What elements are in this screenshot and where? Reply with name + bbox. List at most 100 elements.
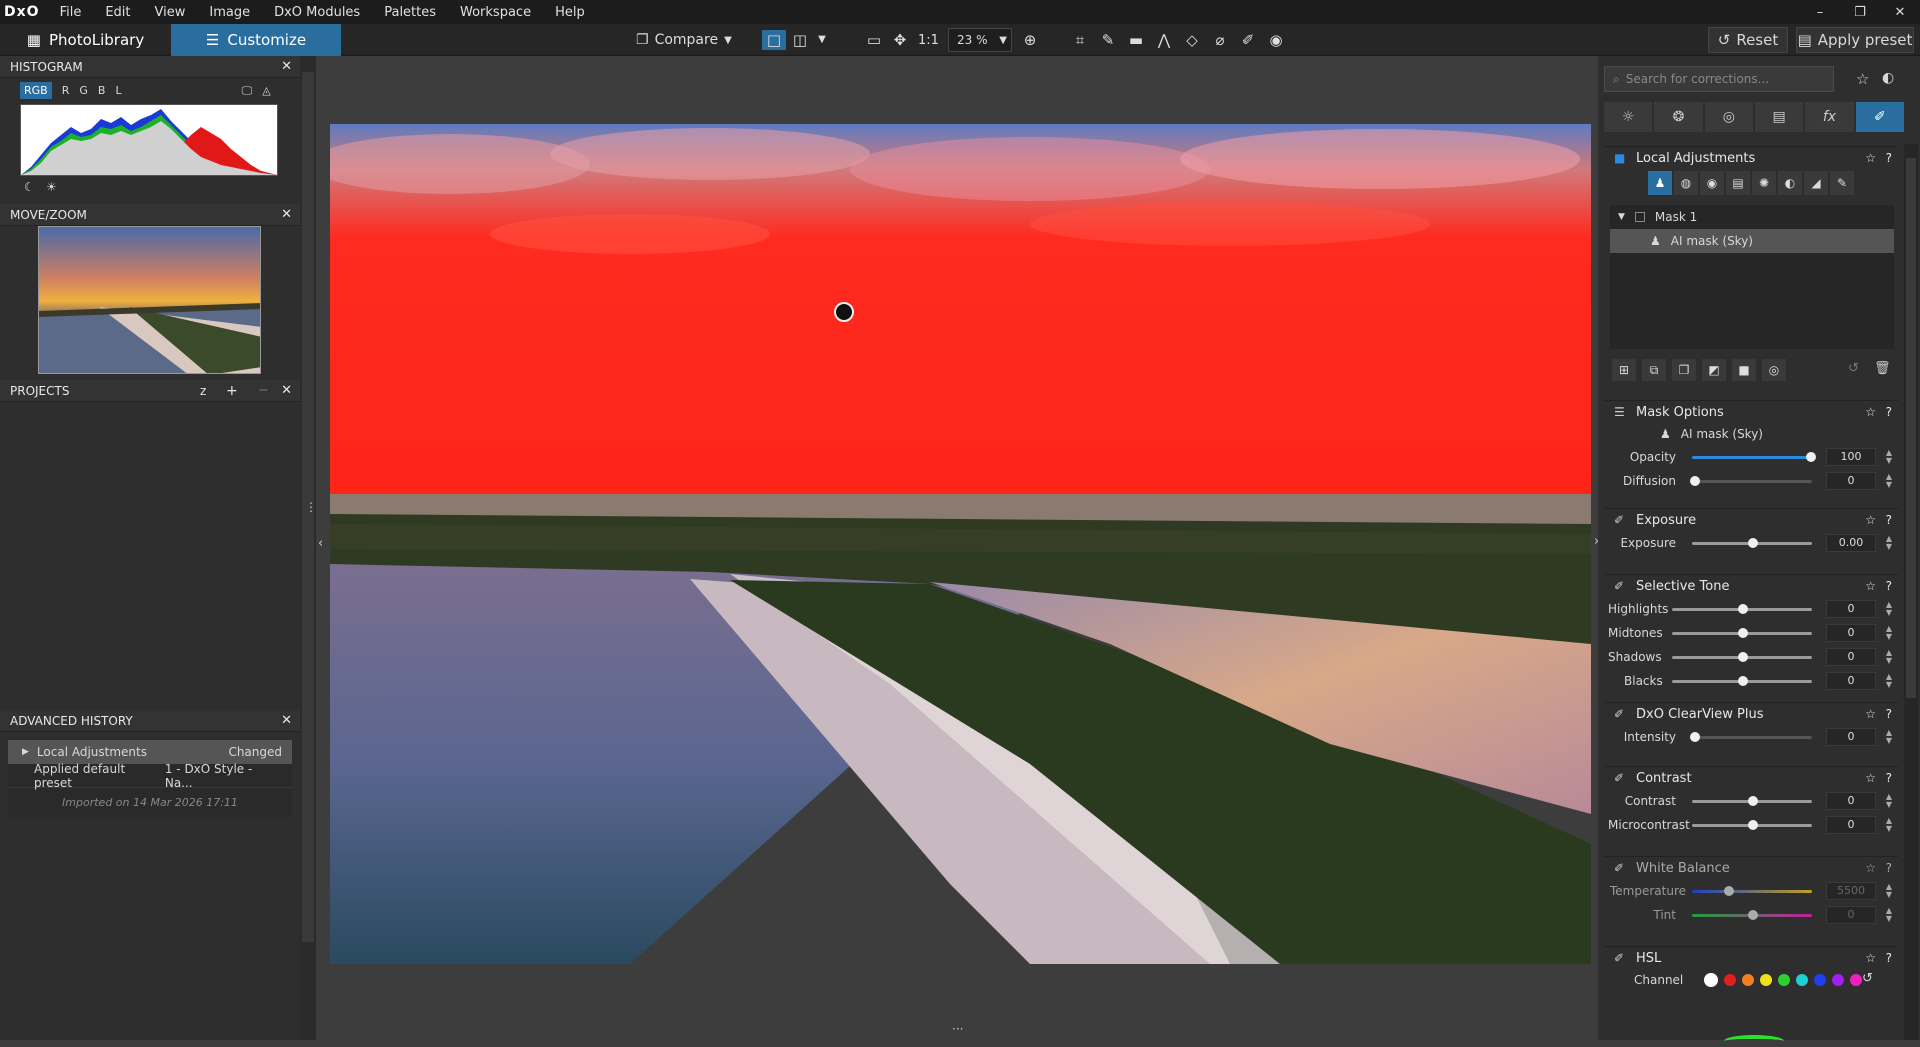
midtones-knob[interactable] <box>1738 627 1748 638</box>
checkbox-icon[interactable]: ■ <box>1614 151 1630 165</box>
local-adjustments-header[interactable]: ■ Local Adjustments ☆ ? <box>1604 147 1898 169</box>
mask-group-row[interactable]: ▼ Mask 1 <box>1610 205 1894 229</box>
view-mode-dropdown-icon[interactable]: ▼ <box>812 30 832 50</box>
star-icon[interactable]: ☆ <box>1865 951 1876 965</box>
microcontrast-knob[interactable] <box>1748 819 1758 830</box>
mask-pin-icon[interactable] <box>834 302 854 322</box>
movezoom-thumbnail[interactable] <box>38 226 261 374</box>
spinner-icon[interactable]: ▲ ▼ <box>1886 625 1892 641</box>
apply-preset-button[interactable]: ▤ Apply preset <box>1796 27 1914 53</box>
remove-project-icon[interactable]: − <box>258 383 269 398</box>
midtones-slider[interactable] <box>1672 627 1812 638</box>
toggle-icon[interactable]: ◐ <box>1882 70 1894 86</box>
new-mask-icon[interactable]: ⊞ <box>1612 359 1636 381</box>
intensity-slider[interactable] <box>1690 731 1812 742</box>
tab-color-icon[interactable]: ❂ <box>1654 102 1703 132</box>
scrollbar-thumb[interactable] <box>1906 158 1916 698</box>
spinner-icon[interactable]: ▲ ▼ <box>1886 673 1892 689</box>
channel-rgb[interactable]: RGB <box>20 82 52 99</box>
eyedropper-icon[interactable]: ✎ <box>1098 30 1118 50</box>
delete-mask-icon[interactable]: 🗑 <box>1874 361 1891 376</box>
eraser-icon[interactable]: ✎ <box>1830 171 1854 195</box>
menu-file[interactable]: File <box>48 5 94 20</box>
perspective-icon[interactable]: ⋀ <box>1154 30 1174 50</box>
help-icon[interactable]: ? <box>1886 771 1892 785</box>
menu-help[interactable]: Help <box>543 5 597 20</box>
local-adjust-icon[interactable]: ✐ <box>1238 30 1258 50</box>
close-icon[interactable]: ✕ <box>281 59 292 74</box>
channel-color-dot[interactable] <box>1724 974 1736 986</box>
zoom-select[interactable]: 23 % ▼ <box>948 28 1012 52</box>
channel-color-dot[interactable] <box>1742 974 1754 986</box>
menu-palettes[interactable]: Palettes <box>372 5 448 20</box>
microcontrast-value[interactable]: 0 <box>1826 816 1876 834</box>
reset-channel-icon[interactable]: ↺ <box>1862 971 1873 986</box>
spinner-icon[interactable]: ▲ ▼ <box>1886 473 1892 489</box>
spinner-icon[interactable]: ▲ ▼ <box>1886 793 1892 809</box>
monitor-icon[interactable]: 🖵 <box>242 84 253 98</box>
spinner-icon[interactable]: ▲ ▼ <box>1886 601 1892 617</box>
exposure-header[interactable]: ✐ Exposure ☆ ? <box>1604 509 1898 531</box>
help-icon[interactable]: ? <box>1886 405 1892 419</box>
diffusion-knob[interactable] <box>1690 475 1700 486</box>
channel-color-dot[interactable] <box>1814 974 1826 986</box>
spinner-icon[interactable]: ▲ ▼ <box>1886 907 1892 923</box>
channel-color-dot[interactable] <box>1778 974 1790 986</box>
reset-button[interactable]: ↺ Reset <box>1708 27 1788 53</box>
microcontrast-slider[interactable] <box>1692 819 1812 830</box>
hsl-header[interactable]: ✐ HSL ☆ ? <box>1604 947 1898 969</box>
contrast-value[interactable]: 0 <box>1826 792 1876 810</box>
channel-color-dot[interactable] <box>1832 974 1844 986</box>
invert-mask-icon[interactable]: ◩ <box>1702 359 1726 381</box>
spinner-icon[interactable]: ▲ ▼ <box>1886 649 1892 665</box>
menu-edit[interactable]: Edit <box>93 5 142 20</box>
menu-image[interactable]: Image <box>197 5 262 20</box>
close-window-button[interactable]: ✕ <box>1880 5 1920 20</box>
tab-detail-icon[interactable]: ◎ <box>1704 102 1753 132</box>
contrast-slider[interactable] <box>1692 795 1812 806</box>
channel-color-dot[interactable] <box>1796 974 1808 986</box>
highlights-knob[interactable] <box>1738 603 1748 614</box>
star-icon[interactable]: ☆ <box>1865 579 1876 593</box>
sort-icon[interactable]: z <box>200 384 206 398</box>
control-line-icon[interactable]: ◐ <box>1778 171 1802 195</box>
channel-g[interactable]: G <box>79 84 88 97</box>
corrections-search-input[interactable]: ⌕ Search for corrections... <box>1604 66 1834 92</box>
add-project-icon[interactable]: + <box>226 383 238 399</box>
temperature-slider[interactable] <box>1692 885 1812 896</box>
history-row[interactable]: ▶ Local Adjustments Changed <box>8 740 292 764</box>
tint-slider[interactable] <box>1692 909 1812 920</box>
shadows-value[interactable]: 0 <box>1826 648 1876 666</box>
hsl-wheel-arc[interactable] <box>1724 1035 1784 1047</box>
bottom-grip-icon[interactable]: ··· <box>952 1022 963 1036</box>
auto-mask-icon[interactable]: ◉ <box>1700 171 1724 195</box>
mask-checkbox[interactable] <box>1634 212 1645 222</box>
channel-color-dot[interactable] <box>1760 974 1772 986</box>
white-balance-header[interactable]: ✐ White Balance ☆ ? <box>1604 857 1898 879</box>
show-mask-icon[interactable]: ■ <box>1732 359 1756 381</box>
close-icon[interactable]: ✕ <box>281 207 292 222</box>
contrast-knob[interactable] <box>1748 795 1758 806</box>
blacks-value[interactable]: 0 <box>1826 672 1876 690</box>
single-view-icon[interactable]: □ <box>762 30 786 50</box>
opacity-slider[interactable] <box>1692 451 1816 462</box>
mask-item-row[interactable]: ♟ AI mask (Sky) <box>1610 229 1894 253</box>
control-point-icon[interactable]: ✺ <box>1752 171 1776 195</box>
help-icon[interactable]: ? <box>1886 579 1892 593</box>
help-icon[interactable]: ? <box>1886 151 1892 165</box>
compare-button[interactable]: ❐ Compare ▼ <box>636 28 732 52</box>
midtones-value[interactable]: 0 <box>1826 624 1876 642</box>
help-icon[interactable]: ? <box>1886 861 1892 875</box>
collapse-icon[interactable]: ▼ <box>1618 212 1625 222</box>
clearview-header[interactable]: ✐ DxO ClearView Plus ☆ ? <box>1604 703 1898 725</box>
channel-color-dot[interactable] <box>1850 974 1862 986</box>
shadows-slider[interactable] <box>1672 651 1812 662</box>
gradient-mask-icon[interactable]: ▤ <box>1726 171 1750 195</box>
channel-b[interactable]: B <box>98 84 106 97</box>
spinner-icon[interactable]: ▲ ▼ <box>1886 449 1892 465</box>
close-icon[interactable]: ✕ <box>281 383 292 398</box>
highlights-value[interactable]: 0 <box>1826 600 1876 618</box>
exposure-slider[interactable] <box>1692 537 1812 548</box>
help-icon[interactable]: ? <box>1886 707 1892 721</box>
selective-tone-header[interactable]: ✐ Selective Tone ☆ ? <box>1604 575 1898 597</box>
